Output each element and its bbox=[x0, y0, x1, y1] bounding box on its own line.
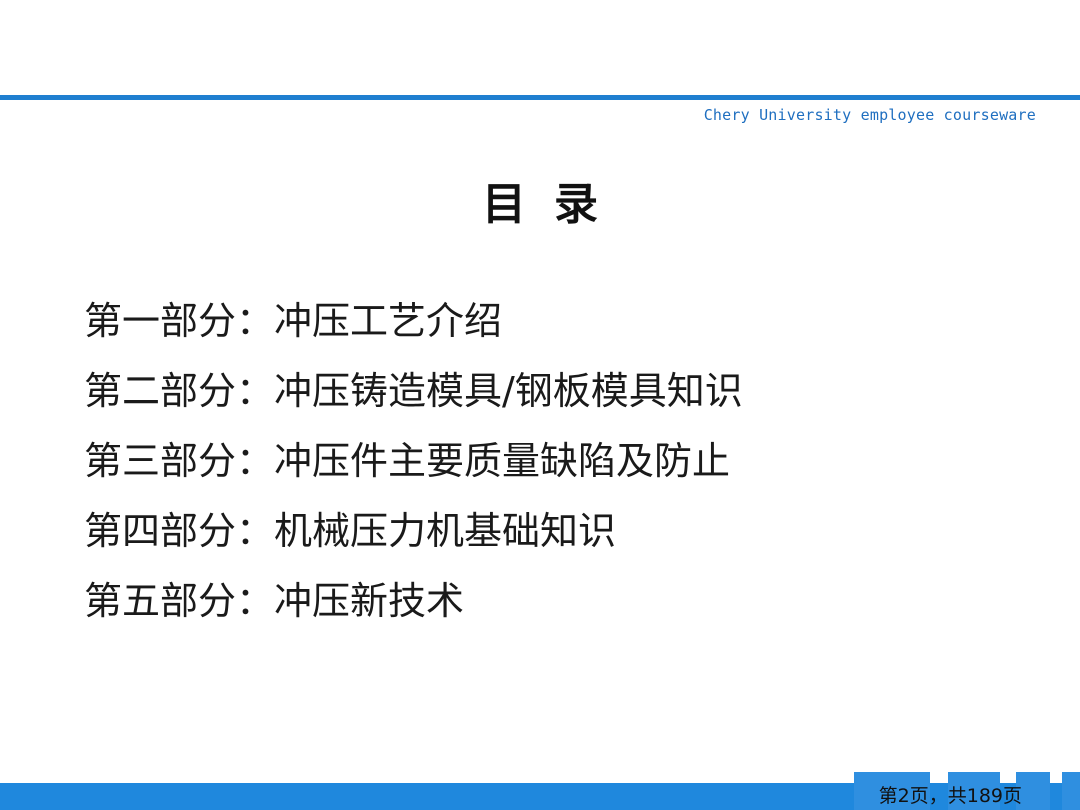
toc-item-part-5: 第五部分：冲压新技术 bbox=[84, 579, 465, 623]
courseware-label: Chery University employee courseware bbox=[703, 106, 1036, 124]
page-title: 目录 bbox=[482, 179, 626, 230]
toc-item-part-4: 第四部分：机械压力机基础知识 bbox=[84, 509, 617, 553]
header-rule bbox=[0, 95, 1080, 100]
toc-item-part-2: 第二部分：冲压铸造模具/钢板模具知识 bbox=[84, 369, 743, 413]
page-number-label: 第2页，共189页 bbox=[878, 785, 1022, 807]
table-of-contents: 第一部分：冲压工艺介绍 第二部分：冲压铸造模具/钢板模具知识 第三部分：冲压件主… bbox=[84, 288, 743, 638]
toc-item-part-3: 第三部分：冲压件主要质量缺陷及防止 bbox=[84, 439, 731, 483]
toc-item-part-1: 第一部分：冲压工艺介绍 bbox=[84, 299, 503, 343]
footer-block bbox=[1062, 772, 1080, 810]
